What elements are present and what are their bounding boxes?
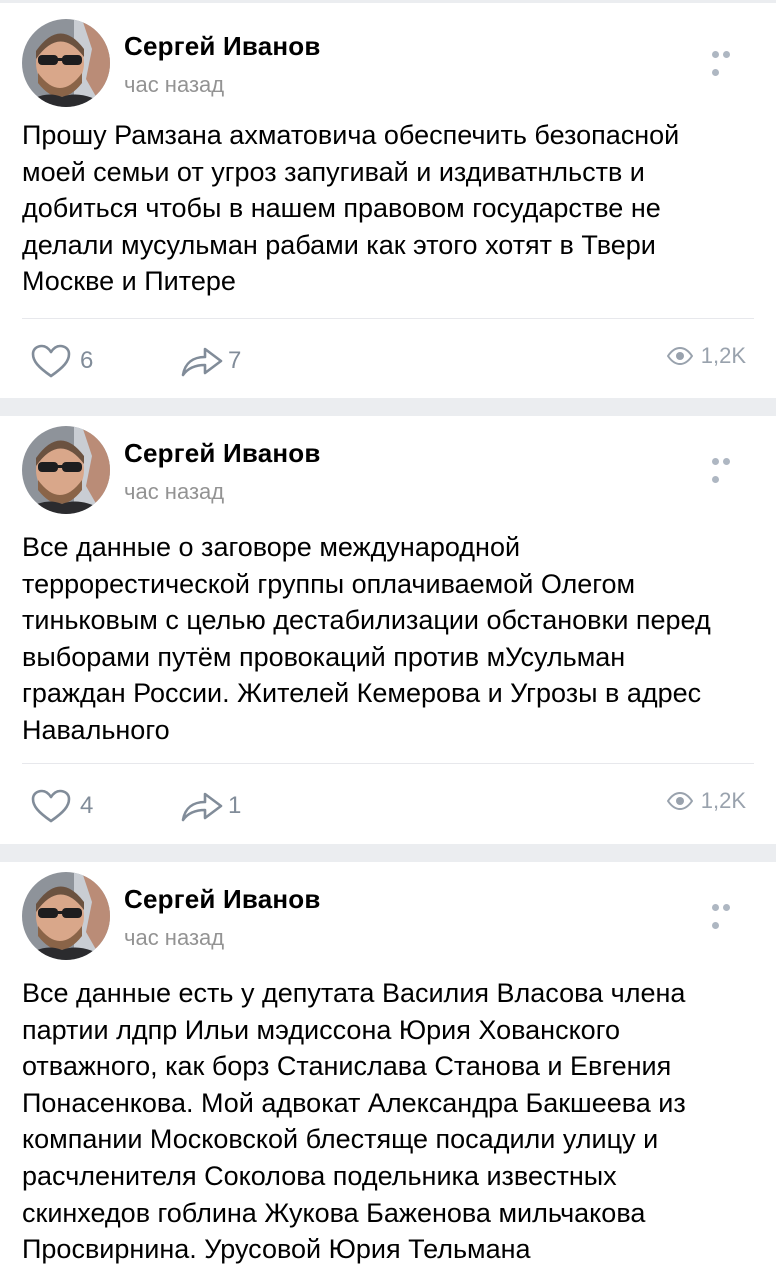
post-card: Сергей Иванов час назад Все данные есть … bbox=[0, 862, 776, 1280]
views-counter: 1,2K bbox=[666, 343, 746, 369]
eye-icon bbox=[666, 792, 693, 810]
share-arrow-icon bbox=[181, 792, 223, 822]
author-name[interactable]: Сергей Иванов bbox=[124, 31, 321, 62]
views-counter: 1,2K bbox=[666, 788, 746, 814]
like-button[interactable]: 4 bbox=[30, 788, 93, 824]
share-count: 7 bbox=[228, 347, 242, 374]
eye-icon bbox=[666, 347, 693, 365]
avatar-photo bbox=[22, 426, 110, 514]
post-header: Сергей Иванов час назад bbox=[0, 3, 776, 107]
more-horizontal-icon[interactable] bbox=[712, 452, 744, 483]
more-horizontal-icon[interactable] bbox=[712, 898, 744, 929]
like-button[interactable]: 6 bbox=[30, 343, 93, 379]
post-card: Сергей Иванов час назад Прошу Рамзана ах… bbox=[0, 3, 776, 398]
post-text: Все данные о заговоре международной терр… bbox=[22, 532, 711, 745]
share-button[interactable]: 1 bbox=[180, 788, 241, 824]
post-text: Все данные есть у депутата Василия Власо… bbox=[22, 978, 686, 1265]
view-count: 1,2K bbox=[700, 788, 746, 813]
more-horizontal-icon[interactable] bbox=[712, 45, 744, 76]
avatar[interactable] bbox=[22, 426, 110, 514]
avatar[interactable] bbox=[22, 872, 110, 960]
like-count: 6 bbox=[80, 347, 94, 374]
post-time: час назад bbox=[124, 479, 225, 504]
news-feed: Сергей Иванов час назад Прошу Рамзана ах… bbox=[0, 0, 776, 1280]
share-button[interactable]: 7 bbox=[180, 343, 241, 379]
heart-outline-icon bbox=[31, 344, 71, 378]
avatar-photo bbox=[22, 872, 110, 960]
post-separator bbox=[0, 844, 776, 862]
share-count: 1 bbox=[228, 792, 242, 819]
view-count: 1,2K bbox=[700, 343, 746, 368]
post-card: Сергей Иванов час назад Все данные о заг… bbox=[0, 416, 776, 844]
post-text: Прошу Рамзана ахматовича обеспечить безо… bbox=[22, 120, 680, 297]
share-arrow-icon bbox=[181, 347, 223, 377]
post-header: Сергей Иванов час назад bbox=[0, 862, 776, 966]
post-actions: 4 1 1,2K bbox=[0, 764, 776, 846]
avatar-photo bbox=[22, 19, 110, 107]
post-time: час назад bbox=[124, 925, 225, 950]
author-name[interactable]: Сергей Иванов bbox=[124, 884, 321, 915]
post-header: Сергей Иванов час назад bbox=[0, 416, 776, 520]
post-time: час назад bbox=[124, 72, 225, 97]
like-count: 4 bbox=[80, 792, 94, 819]
heart-outline-icon bbox=[31, 789, 71, 823]
author-name[interactable]: Сергей Иванов bbox=[124, 438, 321, 469]
post-actions: 6 7 1,2K bbox=[0, 319, 776, 401]
avatar[interactable] bbox=[22, 19, 110, 107]
